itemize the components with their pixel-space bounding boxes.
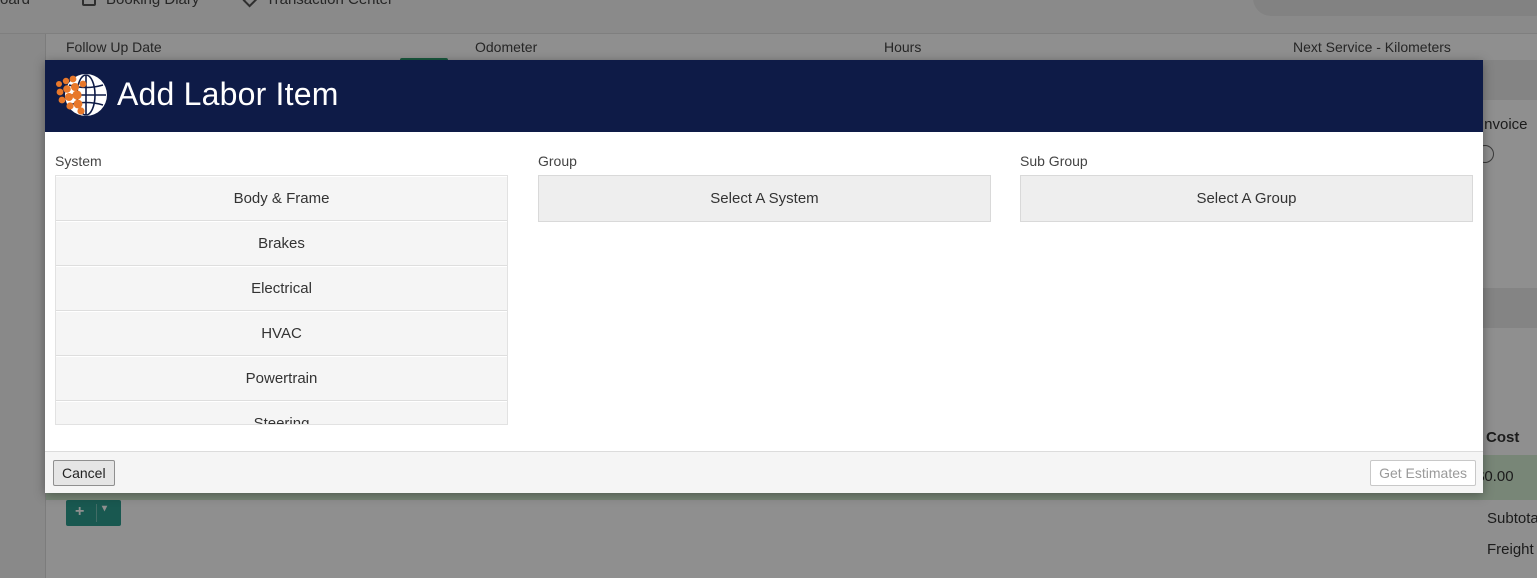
group-label: Group (538, 153, 577, 169)
system-label: System (55, 153, 102, 169)
cancel-button[interactable]: Cancel (53, 460, 115, 486)
add-labor-item-dialog: Add Labor Item System Group Sub Group Bo… (45, 60, 1483, 493)
system-item-brakes[interactable]: Brakes (56, 221, 507, 266)
dialog-title: Add Labor Item (117, 76, 339, 112)
dialog-header: Add Labor Item (45, 60, 1483, 132)
subgroup-select[interactable]: Select A Group (1020, 175, 1473, 222)
system-item-steering[interactable]: Steering (56, 401, 507, 424)
system-item-powertrain[interactable]: Powertrain (56, 356, 507, 401)
system-item-electrical[interactable]: Electrical (56, 266, 507, 311)
system-item-body-frame[interactable]: Body & Frame (56, 176, 507, 221)
company-logo-icon (56, 74, 107, 116)
dialog-footer: Cancel Get Estimates (45, 451, 1483, 493)
get-estimates-button[interactable]: Get Estimates (1370, 460, 1476, 486)
system-list[interactable]: Body & Frame Brakes Electrical HVAC Powe… (55, 175, 508, 425)
system-item-hvac[interactable]: HVAC (56, 311, 507, 356)
subgroup-label: Sub Group (1020, 153, 1088, 169)
group-select[interactable]: Select A System (538, 175, 991, 222)
